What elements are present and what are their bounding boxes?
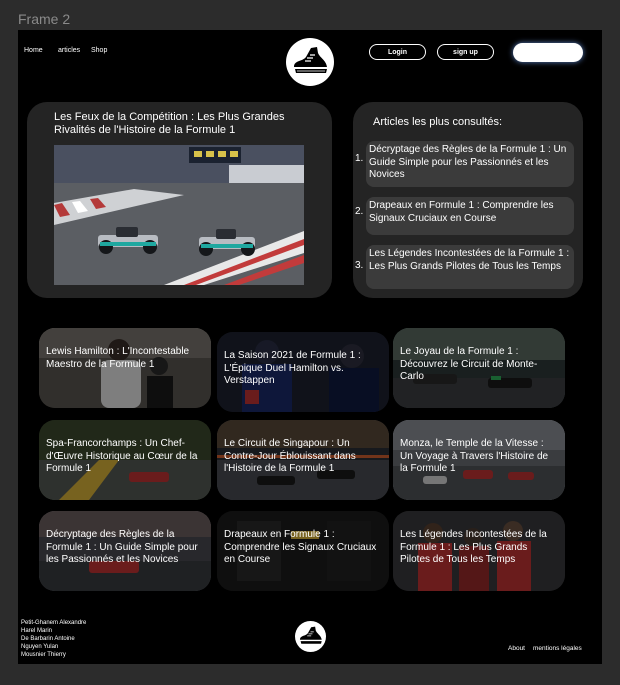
- article-card[interactable]: Spa-Francorchamps : Un Chef-d'Œuvre Hist…: [39, 420, 211, 500]
- article-title: Décryptage des Règles de la Formule 1 : …: [46, 529, 198, 565]
- article-title: Lewis Hamilton : L'Incontestable Maestro…: [46, 346, 190, 370]
- article-title: Le Joyau de la Formule 1 : Découvrez le …: [400, 346, 538, 382]
- credit-name: Harel Marin: [21, 628, 53, 634]
- search-input[interactable]: [513, 43, 583, 62]
- article-card[interactable]: Lewis Hamilton : L'Incontestable Maestro…: [39, 328, 211, 408]
- article-card[interactable]: Le Joyau de la Formule 1 : Découvrez le …: [393, 328, 565, 408]
- article-card[interactable]: La Saison 2021 de Formule 1 : L'Épique D…: [217, 332, 389, 412]
- popular-number: 1.: [355, 153, 364, 164]
- nav-home[interactable]: Home: [24, 47, 43, 54]
- credit-name: Petit-Ghanem Alexandre: [21, 620, 87, 626]
- popular-item[interactable]: Drapeaux en Formule 1 : Comprendre les S…: [366, 197, 574, 235]
- article-title: Les Légendes Incontestées de la Formule …: [400, 529, 547, 565]
- credits: Petit-Ghanem Alexandre Harel Marin De Ba…: [21, 619, 86, 659]
- article-title: Le Circuit de Singapour : Un Contre-Jour…: [224, 438, 356, 474]
- sneaker-logo-icon: [289, 41, 331, 83]
- article-card[interactable]: Les Légendes Incontestées de la Formule …: [393, 511, 565, 591]
- popular-item[interactable]: Décryptage des Règles de la Formule 1 : …: [366, 141, 574, 187]
- article-card[interactable]: Décryptage des Règles de la Formule 1 : …: [39, 511, 211, 591]
- article-title: Monza, le Temple de la Vitesse : Un Voya…: [400, 438, 549, 474]
- article-title: Spa-Francorchamps : Un Chef-d'Œuvre Hist…: [46, 438, 198, 474]
- popular-number: 2.: [355, 206, 364, 217]
- page-frame: Home articles Shop Login sign up Les Feu…: [18, 30, 602, 664]
- article-title: Drapeaux en Formule 1 : Comprendre les S…: [224, 529, 377, 565]
- popular-item[interactable]: Les Légendes Incontestées de la Formule …: [366, 245, 574, 289]
- race-photo: [54, 145, 304, 285]
- nav-articles[interactable]: articles: [58, 47, 80, 54]
- sneaker-logo-icon: [296, 622, 325, 651]
- featured-title[interactable]: Les Feux de la Compétition : Les Plus Gr…: [54, 111, 314, 137]
- featured-image[interactable]: [54, 145, 304, 285]
- nav-shop[interactable]: Shop: [91, 47, 107, 54]
- credit-name: Nguyen Yulan: [21, 644, 59, 650]
- credit-name: De Barbarin Antoine: [21, 636, 75, 642]
- footer-about-link[interactable]: About: [508, 645, 525, 652]
- popular-title: Articles les plus consultés:: [373, 116, 502, 128]
- footer-legal-link[interactable]: mentions légales: [533, 645, 582, 652]
- signup-button[interactable]: sign up: [437, 44, 494, 60]
- credit-name: Mousnier Thierry: [21, 652, 66, 658]
- article-card[interactable]: Monza, le Temple de la Vitesse : Un Voya…: [393, 420, 565, 500]
- site-logo[interactable]: [286, 38, 334, 86]
- popular-number: 3.: [355, 260, 364, 271]
- article-card[interactable]: Drapeaux en Formule 1 : Comprendre les S…: [217, 511, 389, 591]
- frame-label: Frame 2: [18, 11, 71, 27]
- footer-logo[interactable]: [295, 621, 326, 652]
- login-button[interactable]: Login: [369, 44, 426, 60]
- article-title: La Saison 2021 de Formule 1 : L'Épique D…: [224, 350, 361, 386]
- article-card[interactable]: Le Circuit de Singapour : Un Contre-Jour…: [217, 420, 389, 500]
